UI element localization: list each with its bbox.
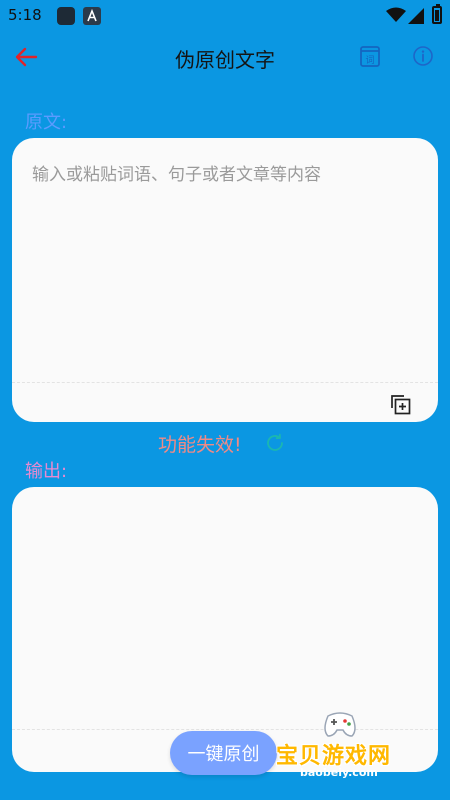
status-time: 5:18 xyxy=(8,6,42,24)
watermark-logo: 宝贝游戏网 baobeiy.com xyxy=(268,704,418,784)
info-icon[interactable] xyxy=(412,45,434,67)
dictionary-icon-label: 词 xyxy=(365,55,374,66)
original-text-card xyxy=(12,138,438,422)
page-title: 伪原创文字 xyxy=(175,48,275,72)
copy-add-icon[interactable] xyxy=(388,392,412,416)
notification-app-icon xyxy=(57,7,75,25)
original-label: 原文: xyxy=(25,112,68,133)
output-label: 输出: xyxy=(25,461,68,482)
gamepad-icon xyxy=(324,712,356,737)
wifi-icon xyxy=(386,7,406,22)
dictionary-button[interactable]: 词 xyxy=(358,44,382,68)
output-text xyxy=(30,507,420,707)
app-bar: 伪原创文字 词 xyxy=(0,32,450,82)
status-message: 功能失效! xyxy=(158,434,242,456)
one-click-rewrite-button[interactable]: 一键原创 xyxy=(170,731,277,775)
watermark-url: baobeiy.com xyxy=(300,766,378,779)
original-text-input[interactable] xyxy=(30,158,424,362)
notification-a-icon xyxy=(83,7,101,25)
battery-icon xyxy=(432,4,442,24)
dictionary-icon: 词 xyxy=(360,46,380,67)
signal-icon xyxy=(408,8,424,24)
card-divider xyxy=(12,382,438,383)
refresh-icon[interactable] xyxy=(264,432,286,454)
status-bar: 5:18 xyxy=(0,0,450,32)
